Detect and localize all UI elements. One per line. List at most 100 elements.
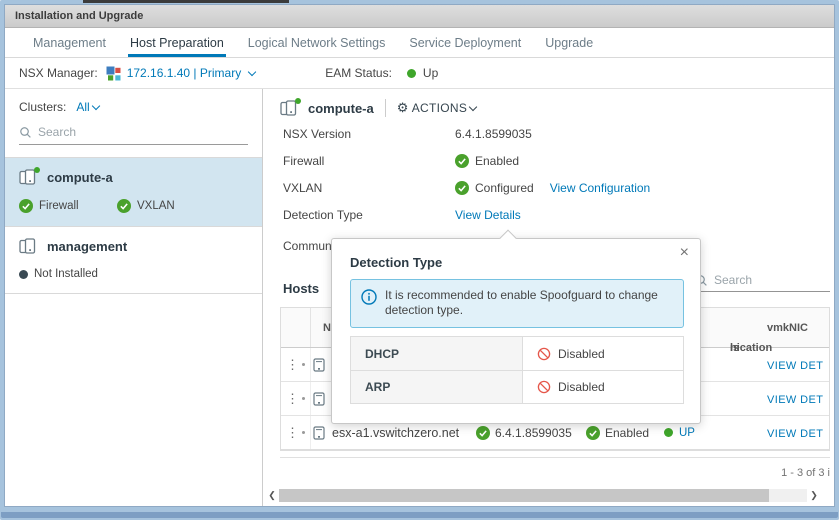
detail-label-nsx-version: NSX Version [283, 127, 455, 141]
eam-status-dot [407, 69, 416, 78]
gear-icon: ⚙ [397, 100, 409, 116]
nsx-manager-icon [106, 66, 121, 81]
window-frame: Installation and Upgrade Management Host… [0, 0, 839, 520]
nsx-manager-label: NSX Manager: [19, 66, 98, 80]
chevron-down-icon [91, 102, 99, 110]
scrollbar-track[interactable] [279, 489, 807, 502]
cluster-status-not-installed: Not Installed [34, 268, 98, 280]
row-menu-icon[interactable]: ⋮ [286, 425, 299, 441]
nsx-version-value: 6.4.1.8599035 [455, 127, 532, 141]
info-alert-text: It is recommended to enable Spoofguard t… [385, 288, 671, 318]
host-icon [313, 358, 325, 372]
chevron-down-icon [248, 68, 256, 76]
cluster-icon [19, 238, 39, 255]
horizontal-scrollbar[interactable]: ❮ ❯ [265, 488, 821, 503]
detection-row-label: DHCP [351, 337, 523, 370]
row-expander[interactable] [302, 431, 305, 434]
detection-row-value: Disabled [558, 347, 605, 361]
detection-type-popover: × Detection Type It is recommended to en… [331, 238, 701, 424]
info-icon [361, 289, 377, 305]
hosts-section-label: Hosts [283, 281, 319, 296]
cluster-search-input[interactable] [38, 125, 248, 139]
check-circle-icon [19, 199, 33, 213]
divider [385, 99, 386, 117]
cluster-status-firewall: Firewall [39, 200, 79, 212]
scroll-left-arrow[interactable]: ❮ [265, 490, 279, 501]
disabled-ban-icon [537, 347, 551, 361]
check-circle-icon [586, 426, 600, 440]
host-icon [313, 426, 325, 440]
cluster-search [19, 125, 248, 145]
window-title: Installation and Upgrade [15, 10, 143, 22]
firewall-value: Enabled [475, 154, 519, 168]
view-configuration-link[interactable]: View Configuration [550, 181, 651, 195]
detail-label-detection-type: Detection Type [283, 208, 455, 222]
check-circle-icon [476, 426, 490, 440]
cluster-status-vxlan: VXLAN [137, 200, 175, 212]
chevron-down-icon [469, 103, 477, 111]
detection-row-value: Disabled [558, 380, 605, 394]
clusters-label: Clusters: [19, 100, 66, 114]
detail-label-vxlan: VXLAN [283, 181, 455, 195]
actions-dropdown[interactable]: ⚙ ACTIONS [397, 100, 476, 116]
view-details-link[interactable]: View Details [455, 208, 521, 222]
scrollbar-thumb[interactable] [279, 489, 769, 502]
pagination: 1 - 3 of 3 i [280, 457, 830, 479]
cluster-name: management [47, 239, 127, 254]
detection-row-arp: ARP Disabled [351, 370, 683, 403]
eam-status-label: EAM Status: [325, 66, 392, 80]
cluster-item-management[interactable]: management Not Installed [5, 227, 262, 294]
not-installed-dot [19, 270, 28, 279]
titlebar: Installation and Upgrade [5, 5, 834, 28]
detail-label-firewall: Firewall [283, 154, 455, 168]
row-menu-icon[interactable]: ⋮ [286, 357, 299, 373]
channel-up-dot [664, 428, 673, 437]
vxlan-value: Configured [475, 181, 534, 195]
view-details-row-link[interactable]: VIEW DET [767, 394, 823, 406]
close-icon[interactable]: × [680, 245, 689, 261]
search-icon [19, 126, 32, 139]
eam-status-value: Up [423, 66, 438, 80]
row-expander[interactable] [302, 363, 305, 366]
check-circle-icon [455, 181, 469, 195]
check-circle-icon [117, 199, 131, 213]
scroll-right-arrow[interactable]: ❯ [807, 490, 821, 501]
manager-bar: NSX Manager: 172.16.1.40 | Primary EAM S… [5, 58, 834, 89]
hosts-search-input[interactable] [714, 273, 830, 287]
clusters-filter-dropdown[interactable]: All [76, 100, 98, 114]
cluster-item-compute-a[interactable]: compute-a Firewall VXLAN [5, 158, 262, 227]
view-details-row-link[interactable]: VIEW DET [767, 428, 823, 440]
host-icon [313, 392, 325, 406]
tab-service-deployment[interactable]: Service Deployment [397, 28, 533, 57]
view-details-row-link[interactable]: VIEW DET [767, 360, 823, 372]
host-channel-status[interactable]: UP [679, 427, 695, 439]
tab-upgrade[interactable]: Upgrade [533, 28, 605, 57]
clusters-sidebar: Clusters: All [5, 89, 263, 507]
cluster-list: compute-a Firewall VXLAN [5, 157, 262, 294]
nsx-manager-selector[interactable]: 172.16.1.40 | Primary [127, 66, 256, 80]
prepared-dot [295, 98, 301, 104]
detection-row-dhcp: DHCP Disabled [351, 337, 683, 370]
detection-table: DHCP Disabled ARP Disabled [350, 336, 684, 404]
check-circle-icon [455, 154, 469, 168]
cluster-name: compute-a [47, 170, 113, 185]
header-name-fragment: N [323, 322, 331, 334]
disabled-ban-icon [537, 380, 551, 394]
installation-upgrade-window: Installation and Upgrade Management Host… [4, 4, 835, 507]
hosts-search [695, 273, 830, 292]
tab-logical-network-settings[interactable]: Logical Network Settings [236, 28, 398, 57]
row-menu-icon[interactable]: ⋮ [286, 391, 299, 407]
info-alert: It is recommended to enable Spoofguard t… [350, 279, 684, 328]
popover-title: Detection Type [350, 255, 442, 270]
host-firewall: Enabled [605, 426, 649, 440]
panel-cluster-name: compute-a [308, 101, 374, 116]
row-expander[interactable] [302, 397, 305, 400]
top-dark-strip [83, 0, 289, 3]
detection-row-label: ARP [351, 371, 523, 403]
host-nsx-installation: 6.4.1.8599035 [495, 426, 572, 440]
tab-management[interactable]: Management [21, 28, 118, 57]
header-vmknic: vmkNIC [767, 322, 808, 334]
host-name: esx-a1.vswitchzero.net [332, 426, 459, 440]
prepared-dot [34, 167, 40, 173]
tab-host-preparation[interactable]: Host Preparation [118, 28, 236, 57]
